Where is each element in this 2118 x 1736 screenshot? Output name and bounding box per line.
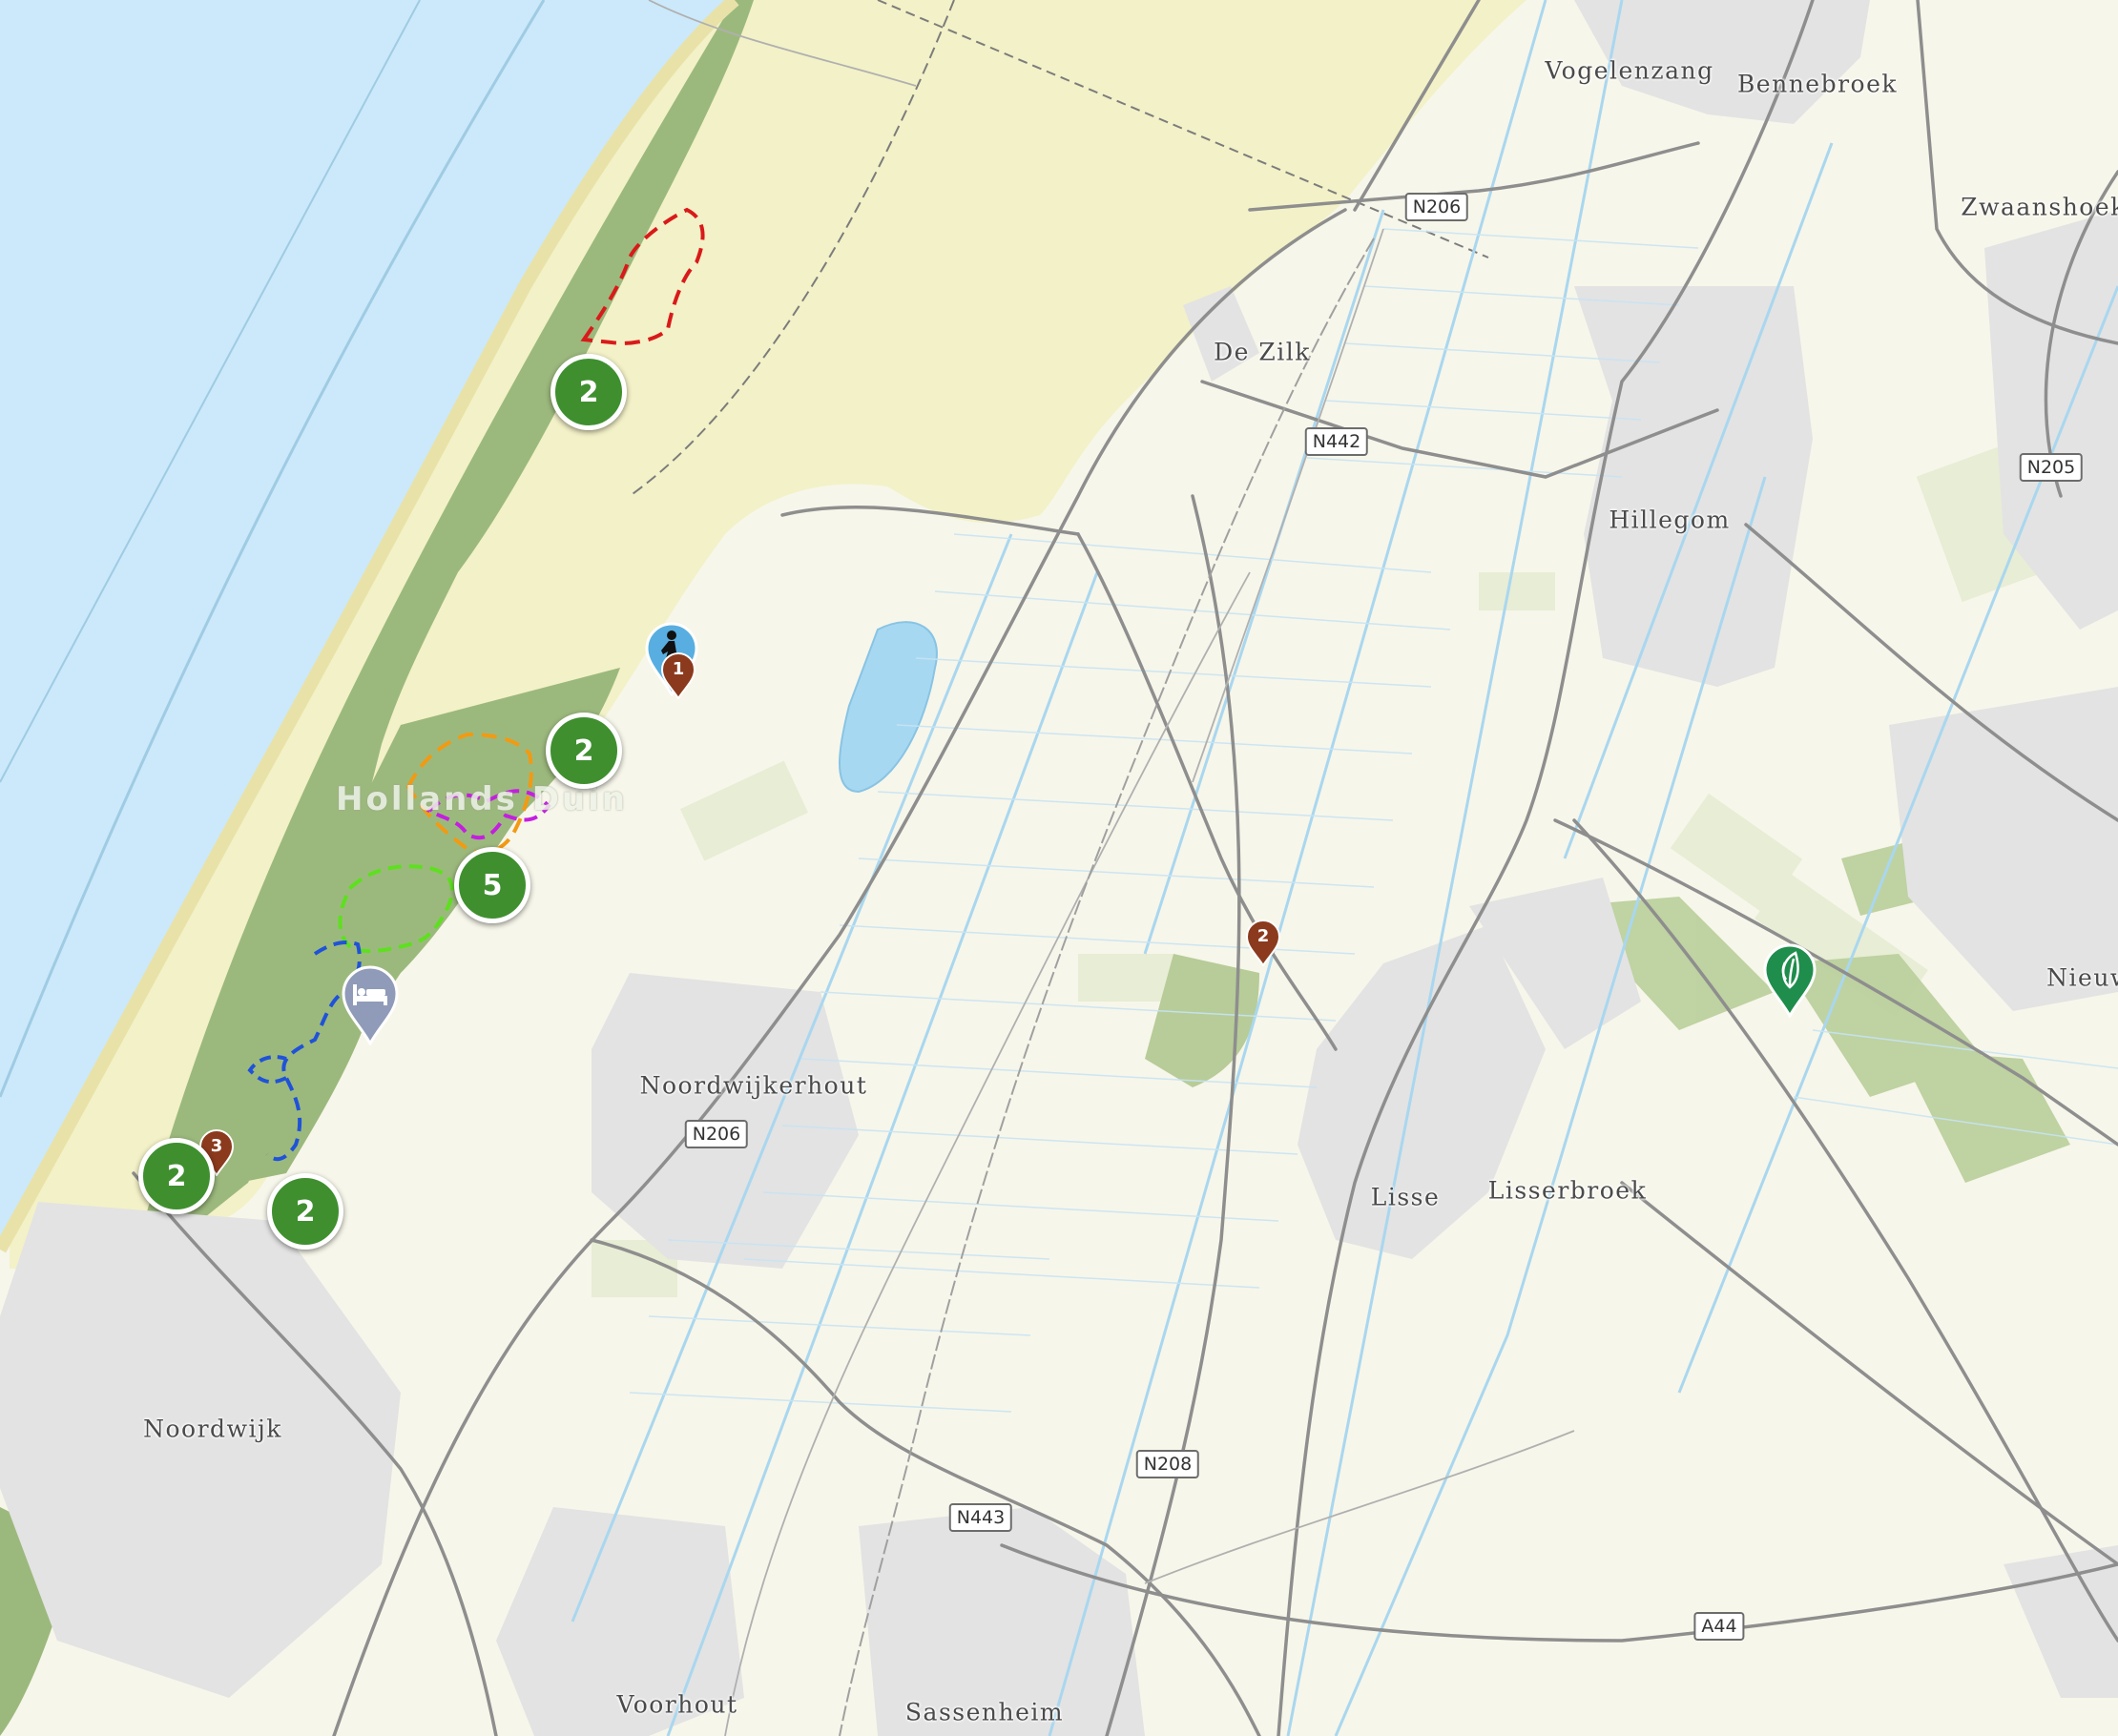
place-label-sassenheim: Sassenheim [904,1698,1065,1726]
place-label-zwaanshoek: Zwaanshoek [1961,193,2118,221]
place-label-noordwijkerhout: Noordwijkerhout [639,1071,868,1100]
road-shield-a44: A44 [1693,1612,1745,1641]
place-label-bennebroek: Bennebroek [1736,70,1899,98]
road-shield-n206-south: N206 [684,1120,749,1148]
trail-marker-2-label: 2 [1256,926,1270,946]
place-label-nieuw: Nieuw [2046,963,2118,992]
lodging-pin[interactable] [340,963,401,1045]
map-basemap [0,0,2118,1736]
trail-marker-2[interactable]: 2 [1245,919,1281,966]
place-label-vogelenzang: Vogelenzang [1545,56,1714,85]
place-label-lisse: Lisse [1370,1183,1441,1211]
cluster-marker[interactable]: 2 [546,713,622,789]
cluster-marker[interactable]: 2 [267,1173,343,1250]
road-shield-n205: N205 [2019,453,2084,482]
place-label-noordwijk: Noordwijk [143,1415,282,1443]
cluster-marker[interactable]: 5 [454,847,530,923]
road-shield-n442: N442 [1304,427,1369,456]
road-shield-n208: N208 [1135,1450,1200,1478]
place-label-hillegom: Hillegom [1609,506,1731,534]
map-canvas[interactable]: Hollands Duin Vogelenzang Bennebroek Zwa… [0,0,2118,1736]
place-label-lisserbroek: Lisserbroek [1487,1176,1648,1205]
place-label-voorhout: Voorhout [616,1690,738,1719]
road-shield-n206: N206 [1404,193,1469,221]
nature-reserve-pin[interactable] [1761,941,1818,1018]
cluster-marker[interactable]: 2 [138,1138,215,1214]
place-label-de-zilk: De Zilk [1214,338,1311,366]
trail-marker-1[interactable]: 1 [660,651,696,699]
cluster-marker[interactable]: 2 [550,354,627,430]
road-shield-n443: N443 [948,1503,1013,1532]
trail-marker-1-label: 1 [672,659,685,679]
